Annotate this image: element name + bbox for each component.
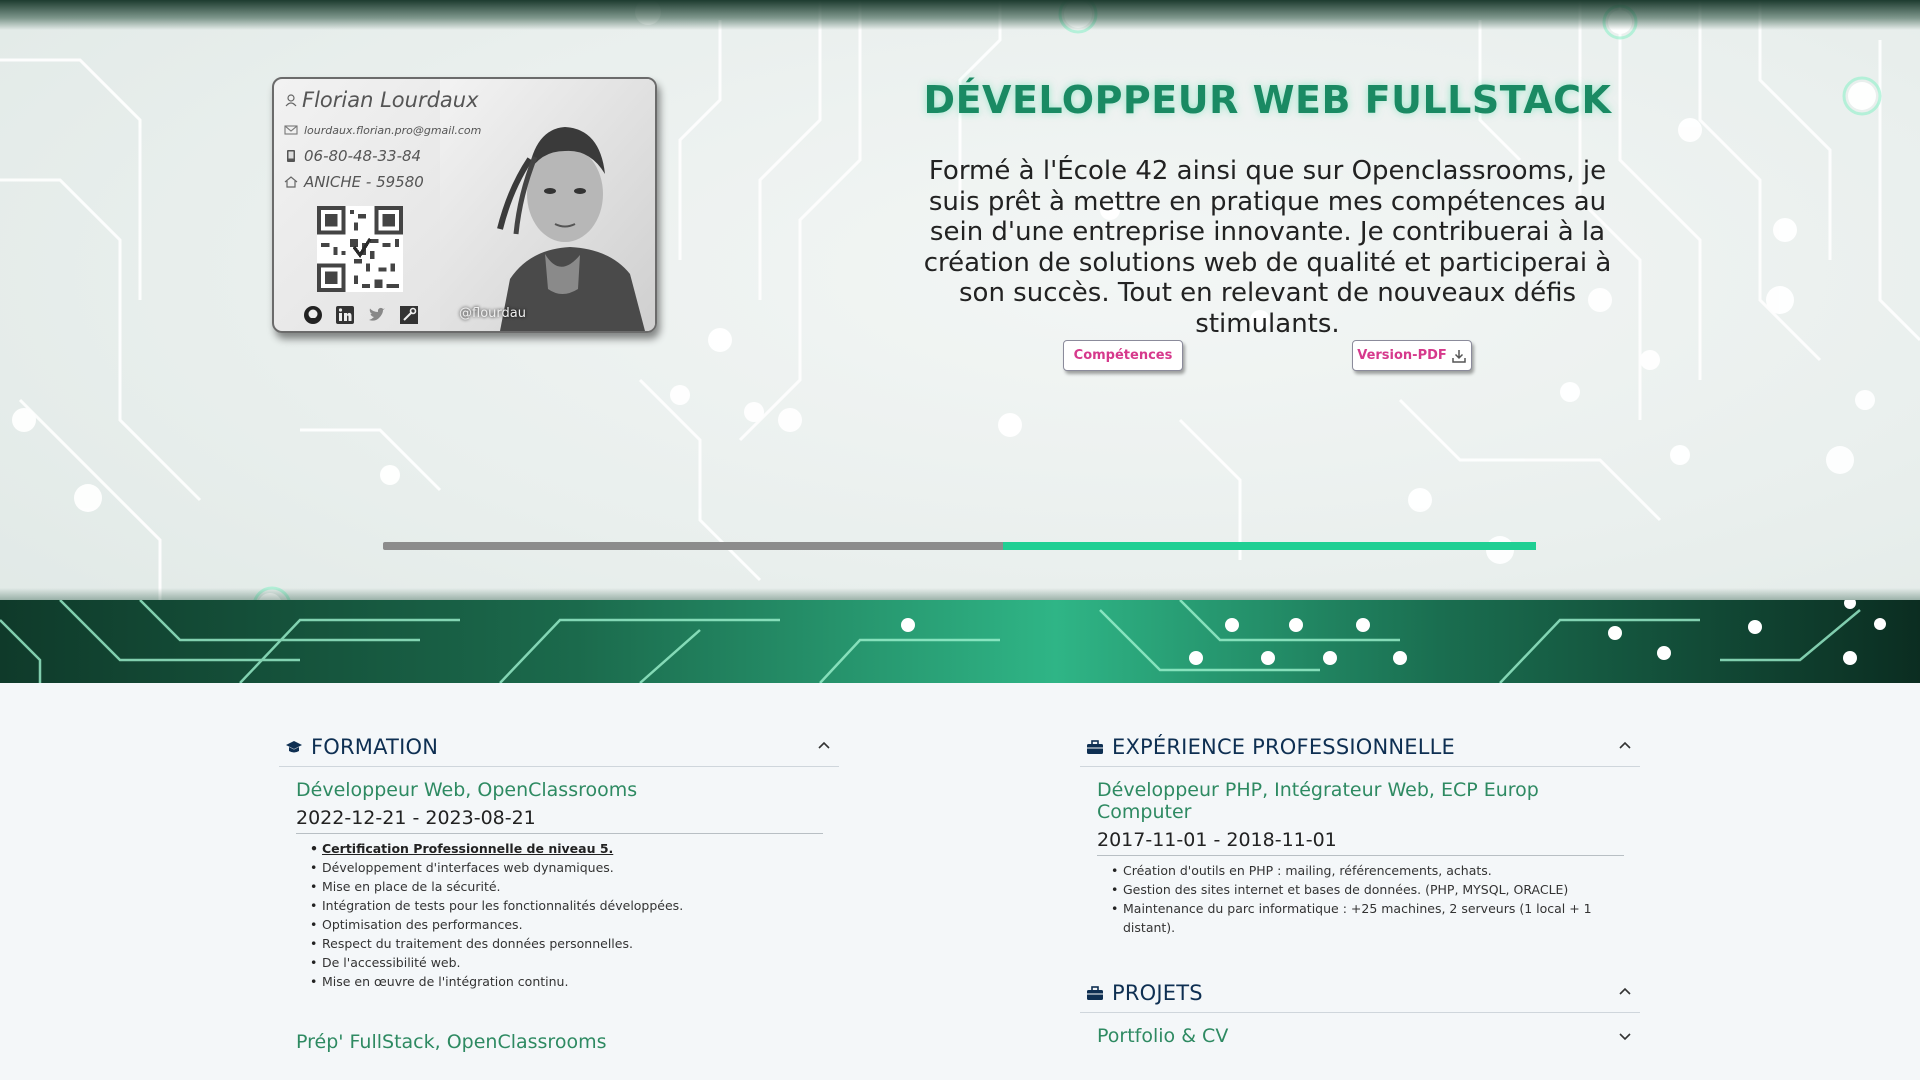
hero-title: DÉVELOPPEUR WEB FULLSTACK	[923, 78, 1612, 122]
experience-title: EXPÉRIENCE PROFESSIONNELLE	[1112, 734, 1456, 759]
hero-description: Formé à l'École 42 ainsi que sur Opencla…	[923, 156, 1612, 339]
graduation-cap-icon	[286, 740, 302, 752]
card-name-text: Florian Lourdaux	[302, 88, 479, 112]
download-icon	[1452, 349, 1466, 363]
card-email-text: lourdaux.florian.pro@gmail.com	[304, 123, 482, 137]
entry-dates: 2022-12-21 - 2023-08-21	[296, 807, 823, 834]
entry-list: Création d'outils en PHP : mailing, réfé…	[1097, 861, 1624, 937]
carousel-progress-fill	[1003, 542, 1536, 550]
top-dark-edge	[0, 0, 1920, 30]
card-phone[interactable]: 06-80-48-33-84	[284, 147, 421, 165]
list-item: Maintenance du parc informatique : +25 m…	[1111, 899, 1624, 937]
qr-code[interactable]	[317, 206, 403, 292]
mail-icon	[284, 125, 298, 135]
pdf-download-button[interactable]: Version-PDF	[1352, 340, 1472, 371]
card-phone-text: 06-80-48-33-84	[304, 147, 422, 165]
briefcase-icon	[1087, 739, 1103, 754]
card-handle: @flourdau	[459, 306, 526, 321]
chevron-up-icon[interactable]	[1618, 985, 1632, 999]
projects-title: PROJETS	[1112, 980, 1203, 1005]
list-item: Respect du traitement des données person…	[310, 934, 823, 953]
chevron-up-icon[interactable]	[817, 739, 831, 753]
project-item[interactable]: Portfolio & CV	[1080, 1025, 1640, 1047]
tools-icon[interactable]	[398, 304, 420, 326]
formation-header[interactable]: FORMATION	[279, 727, 839, 767]
experience-entry: Développeur PHP, Intégrateur Web, ECP Eu…	[1080, 779, 1640, 937]
social-links	[302, 304, 420, 326]
project-title: Portfolio & CV	[1097, 1025, 1229, 1047]
formation-title: FORMATION	[311, 734, 439, 759]
list-item: Création d'outils en PHP : mailing, réfé…	[1111, 861, 1624, 880]
card-city-text: ANICHE - 59580	[304, 173, 424, 191]
entry-list: Certification Professionnelle de niveau …	[296, 839, 823, 991]
list-item: Mise en place de la sécurité.	[310, 877, 823, 896]
card-city: ANICHE - 59580	[284, 173, 424, 191]
profile-photo	[440, 79, 655, 331]
phone-icon	[287, 150, 295, 162]
formation-entry: Prép' FullStack, OpenClassrooms	[279, 1031, 839, 1053]
hero-banner: Florian Lourdaux lourdaux.florian.pro@gm…	[0, 0, 1920, 683]
list-item: De l'accessibilité web.	[310, 953, 823, 972]
twitter-icon[interactable]	[366, 304, 388, 326]
chevron-down-icon[interactable]	[1618, 1029, 1632, 1043]
list-item: Optimisation des performances.	[310, 915, 823, 934]
experience-section: EXPÉRIENCE PROFESSIONNELLE Développeur P…	[1080, 727, 1640, 937]
list-item: Mise en œuvre de l'intégration continu.	[310, 972, 823, 991]
pdf-button-label: Version-PDF	[1357, 348, 1447, 363]
chevron-up-icon[interactable]	[1618, 739, 1632, 753]
experience-header[interactable]: EXPÉRIENCE PROFESSIONNELLE	[1080, 727, 1640, 767]
briefcase-icon	[1087, 985, 1103, 1000]
card-name: Florian Lourdaux	[284, 88, 479, 112]
skills-button-label: Compétences	[1073, 348, 1173, 363]
entry-title: Développeur PHP, Intégrateur Web, ECP Eu…	[1097, 779, 1539, 823]
list-item: Gestion des sites internet et bases de d…	[1111, 880, 1624, 899]
linkedin-icon[interactable]	[334, 304, 356, 326]
list-item: Développement d'interfaces web dynamique…	[310, 858, 823, 877]
home-icon	[284, 176, 298, 188]
card-email[interactable]: lourdaux.florian.pro@gmail.com	[284, 123, 481, 137]
business-card: Florian Lourdaux lourdaux.florian.pro@gm…	[272, 77, 657, 333]
formation-section: FORMATION Développeur Web, OpenClassroom…	[279, 727, 839, 1053]
skills-button[interactable]: Compétences	[1063, 340, 1183, 371]
list-item: Intégration de tests pour les fonctionna…	[310, 896, 823, 915]
circuit-band	[0, 600, 1920, 683]
entry-dates: 2017-11-01 - 2018-11-01	[1097, 829, 1624, 856]
user-icon	[285, 94, 297, 107]
entry-title: Développeur Web, OpenClassrooms	[296, 779, 638, 801]
projects-header[interactable]: PROJETS	[1080, 973, 1640, 1013]
carousel-progress	[383, 542, 1536, 550]
projects-section: PROJETS Portfolio & CV	[1080, 973, 1640, 1047]
github-icon[interactable]	[302, 304, 324, 326]
list-item[interactable]: Certification Professionnelle de niveau …	[310, 839, 823, 858]
formation-entry: Développeur Web, OpenClassrooms 2022-12-…	[279, 779, 839, 991]
entry-title: Prép' FullStack, OpenClassrooms	[296, 1031, 607, 1053]
